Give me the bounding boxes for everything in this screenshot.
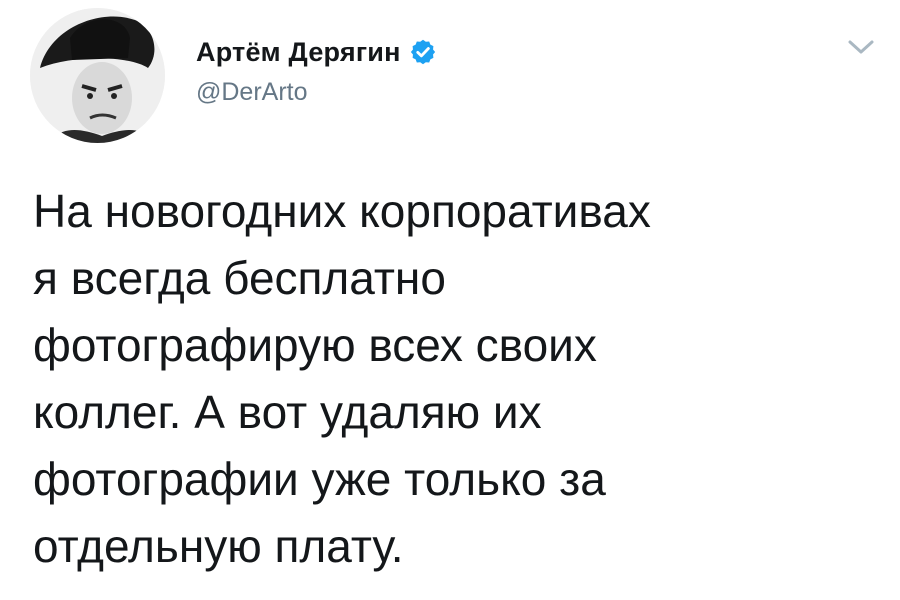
chevron-down-icon[interactable] (846, 36, 876, 58)
tweet-card: Артём Дерягин @DerArto На новогодних кор… (0, 0, 900, 600)
name-row: Артём Дерягин (196, 34, 437, 70)
author-block: Артём Дерягин @DerArto (196, 34, 437, 107)
tweet-text: На новогодних корпоративах я всегда бесп… (33, 185, 651, 572)
verified-badge-icon (409, 38, 437, 66)
avatar-photo (30, 8, 165, 143)
author-handle[interactable]: @DerArto (196, 78, 437, 107)
author-display-name[interactable]: Артём Дерягин (196, 37, 401, 68)
author-avatar[interactable] (30, 8, 165, 143)
